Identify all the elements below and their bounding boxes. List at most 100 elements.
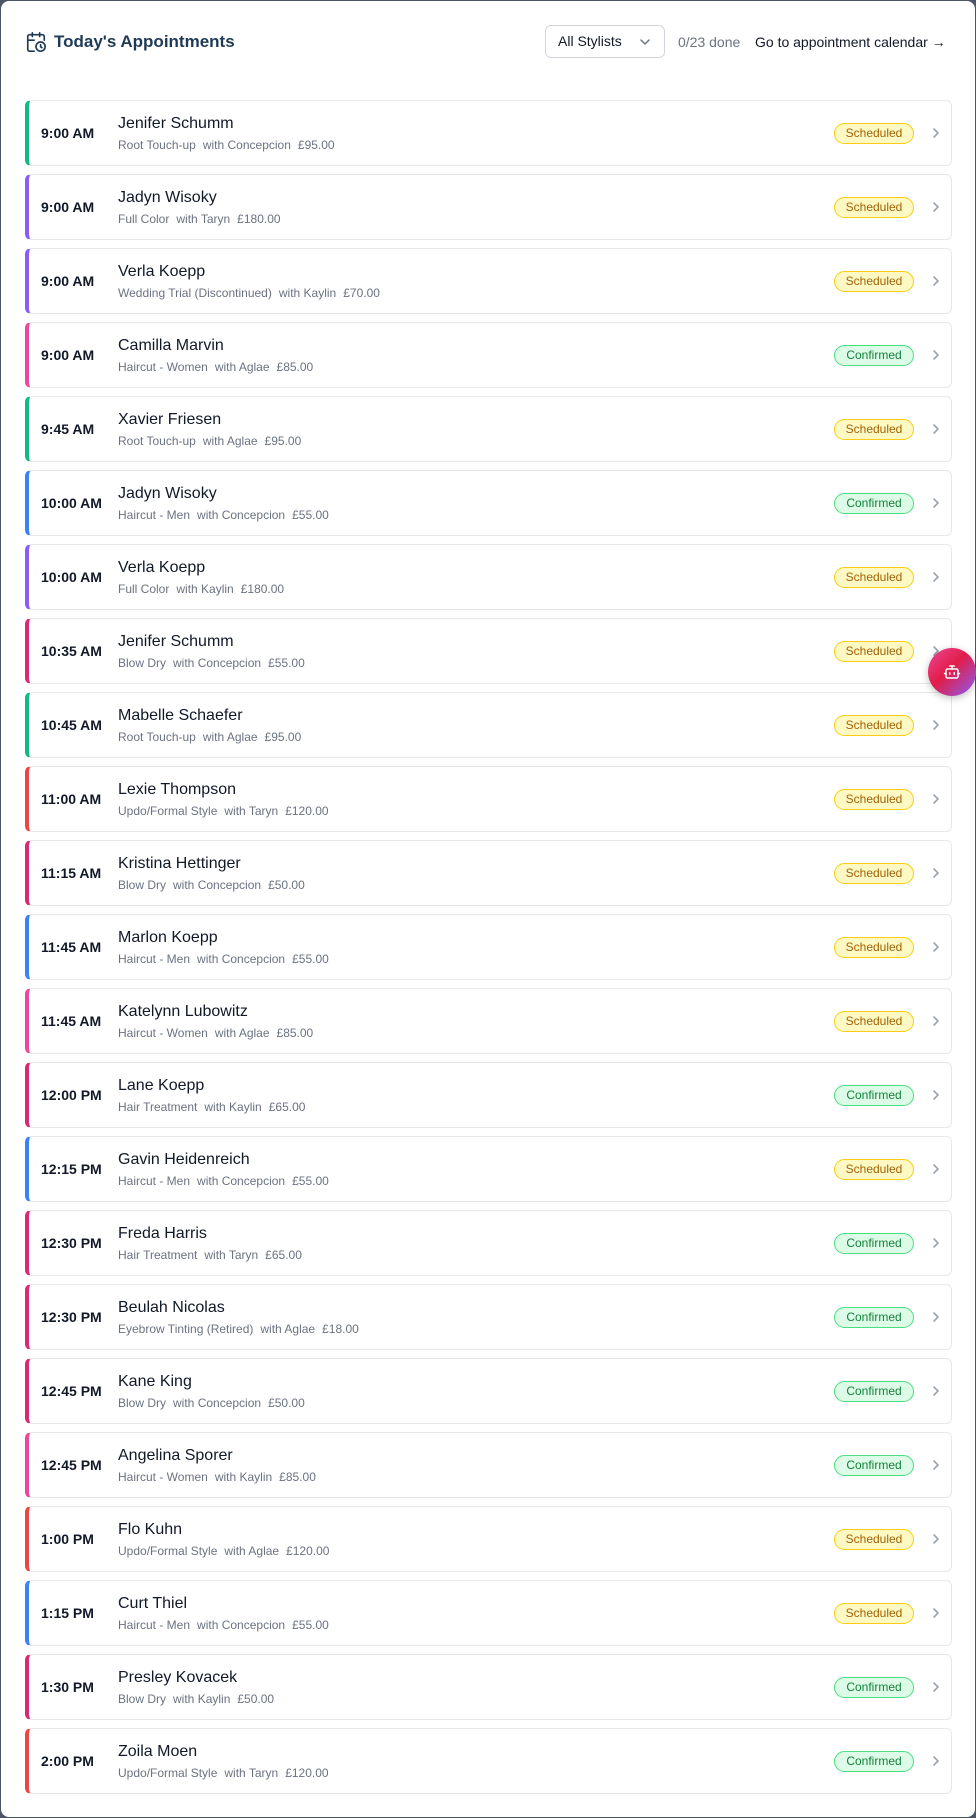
appointment-row[interactable]: 2:00 PM Zoila Moen Updo/Formal Style with T…: [25, 1728, 952, 1794]
status-badge: Scheduled: [834, 567, 914, 588]
appointment-row[interactable]: 10:45 AM Mabelle Schaefer Root Touch-up wit…: [25, 692, 952, 758]
appointment-row[interactable]: 12:45 PM Angelina Sporer Haircut - Women wi…: [25, 1432, 952, 1498]
status-badge: Scheduled: [834, 863, 914, 884]
chevron-right-icon[interactable]: [929, 126, 943, 140]
client-name: Katelynn Lubowitz: [118, 1003, 248, 1020]
client-name: Verla Koepp: [118, 559, 206, 576]
client-name: Beulah Nicolas: [118, 1299, 225, 1316]
service-name: Root Touch-up: [118, 434, 196, 448]
chevron-right-icon[interactable]: [929, 718, 943, 732]
appointment-row[interactable]: 9:00 AM Jadyn Wisoky Full Color with Taryn £…: [25, 174, 952, 240]
appointment-details: Updo/Formal Style with Aglae £120.00: [118, 1544, 329, 1559]
appointment-time: 10:00 AM: [41, 568, 102, 585]
stylist-filter-select[interactable]: All Stylists: [545, 25, 665, 58]
stylist-name: with Concepcion: [173, 656, 262, 670]
service-name: Haircut - Men: [118, 508, 191, 522]
chevron-right-icon[interactable]: [929, 348, 943, 362]
chevron-right-icon[interactable]: [929, 496, 943, 510]
appointment-details: Haircut - Men with Concepcion £55.00: [118, 952, 329, 967]
client-name: Lane Koepp: [118, 1077, 205, 1094]
appointment-list: 9:00 AM Jenifer Schumm Root Touch-up with C…: [25, 100, 952, 1802]
appointment-row[interactable]: 11:15 AM Kristina Hettinger Blow Dry with C…: [25, 840, 952, 906]
client-name: Freda Harris: [118, 1225, 207, 1242]
chevron-right-icon[interactable]: [929, 1310, 943, 1324]
appointment-details: Haircut - Women with Kaylin £85.00: [118, 1470, 316, 1485]
chevron-right-icon[interactable]: [929, 1606, 943, 1620]
appointment-time: 9:00 AM: [41, 124, 95, 141]
service-price: £85.00: [276, 360, 314, 374]
appointment-row[interactable]: 11:45 AM Katelynn Lubowitz Haircut - Women…: [25, 988, 952, 1054]
appointment-row[interactable]: 12:30 PM Beulah Nicolas Eyebrow Tinting (R…: [25, 1284, 952, 1350]
service-name: Haircut - Women: [118, 360, 208, 374]
service-name: Blow Dry: [118, 1692, 167, 1706]
stylist-name: with Concepcion: [197, 1618, 286, 1632]
appointment-row[interactable]: 1:15 PM Curt Thiel Haircut - Men with Conce…: [25, 1580, 952, 1646]
service-name: Wedding Trial (Discontinued): [118, 286, 272, 300]
chevron-right-icon[interactable]: [929, 1384, 943, 1398]
appointment-row[interactable]: 12:00 PM Lane Koepp Hair Treatment with Kay…: [25, 1062, 952, 1128]
appointment-time: 11:15 AM: [41, 864, 102, 881]
chevron-right-icon[interactable]: [929, 1088, 943, 1102]
appointment-row[interactable]: 10:00 AM Verla Koepp Full Color with Kaylin…: [25, 544, 952, 610]
appointment-time: 2:00 PM: [41, 1752, 94, 1769]
service-price: £85.00: [279, 1470, 316, 1484]
status-badge: Scheduled: [834, 197, 914, 218]
appointment-row[interactable]: 12:15 PM Gavin Heidenreich Haircut - Men wi…: [25, 1136, 952, 1202]
service-price: £85.00: [276, 1026, 314, 1040]
service-name: Updo/Formal Style: [118, 804, 218, 818]
appointment-row[interactable]: 12:30 PM Freda Harris Hair Treatment with T…: [25, 1210, 952, 1276]
service-name: Haircut - Women: [118, 1470, 208, 1484]
chevron-right-icon[interactable]: [929, 1532, 943, 1546]
chevron-right-icon[interactable]: [929, 1680, 943, 1694]
chevron-right-icon[interactable]: [929, 1458, 943, 1472]
appointment-details: Root Touch-up with Aglae £95.00: [118, 434, 301, 449]
appointment-time: 1:30 PM: [41, 1678, 94, 1695]
appointment-row[interactable]: 11:45 AM Marlon Koepp Haircut - Men with Co…: [25, 914, 952, 980]
status-badge: Scheduled: [834, 1011, 914, 1032]
appointment-row[interactable]: 11:00 AM Lexie Thompson Updo/Formal Style w…: [25, 766, 952, 832]
appointment-row[interactable]: 9:00 AM Camilla Marvin Haircut - Women with…: [25, 322, 952, 388]
client-name: Mabelle Schaefer: [118, 707, 243, 724]
service-price: £55.00: [268, 656, 305, 670]
appointment-row[interactable]: 9:00 AM Verla Koepp Wedding Trial (Discont…: [25, 248, 952, 314]
appointment-time: 12:45 PM: [41, 1456, 102, 1473]
appointment-row[interactable]: 9:45 AM Xavier Friesen Root Touch-up with A…: [25, 396, 952, 462]
chevron-right-icon[interactable]: [929, 792, 943, 806]
appointment-details: Root Touch-up with Aglae £95.00: [118, 730, 301, 745]
service-name: Haircut - Men: [118, 952, 191, 966]
appointment-row[interactable]: 10:00 AM Jadyn Wisoky Haircut - Men with Co…: [25, 470, 952, 536]
service-price: £180.00: [240, 582, 285, 596]
appointment-details: Blow Dry with Concepcion £50.00: [118, 1396, 305, 1411]
chevron-right-icon[interactable]: [929, 570, 943, 584]
appointment-row[interactable]: 10:35 AM Jenifer Schumm Blow Dry with Conce…: [25, 618, 952, 684]
status-badge: Scheduled: [834, 271, 914, 292]
appointment-row[interactable]: 9:00 AM Jenifer Schumm Root Touch-up with C…: [25, 100, 952, 166]
service-price: £55.00: [292, 508, 329, 522]
client-name: Zoila Moen: [118, 1743, 198, 1760]
chevron-right-icon[interactable]: [929, 940, 943, 954]
chevron-right-icon[interactable]: [929, 1754, 943, 1768]
status-badge: Scheduled: [834, 123, 914, 144]
status-badge: Scheduled: [834, 715, 914, 736]
chevron-right-icon[interactable]: [929, 200, 943, 214]
appointment-row[interactable]: 12:45 PM Kane King Blow Dry with Concepcion…: [25, 1358, 952, 1424]
chevron-right-icon[interactable]: [929, 866, 943, 880]
service-price: £55.00: [292, 1174, 329, 1188]
calendar-link[interactable]: Go to appointment calendar →: [755, 33, 946, 51]
stylist-name: with Aglae: [260, 1322, 316, 1336]
client-name: Kristina Hettinger: [118, 855, 241, 872]
appointment-details: Haircut - Men with Concepcion £55.00: [118, 1618, 329, 1633]
assistant-button[interactable]: [928, 648, 976, 696]
appointment-row[interactable]: 1:00 PM Flo Kuhn Updo/Formal Style with Agl…: [25, 1506, 952, 1572]
appointment-time: 10:00 AM: [41, 494, 102, 511]
appointment-row[interactable]: 1:30 PM Presley Kovacek Blow Dry with Kayli…: [25, 1654, 952, 1720]
chevron-right-icon[interactable]: [929, 1014, 943, 1028]
chevron-right-icon[interactable]: [929, 422, 943, 436]
calendar-clock-icon: [26, 32, 46, 52]
client-name: Presley Kovacek: [118, 1669, 238, 1686]
chevron-right-icon[interactable]: [929, 1162, 943, 1176]
chevron-right-icon[interactable]: [929, 274, 943, 288]
service-price: £180.00: [237, 212, 281, 226]
chevron-right-icon[interactable]: [929, 1236, 943, 1250]
appointment-time: 9:00 AM: [41, 346, 95, 363]
